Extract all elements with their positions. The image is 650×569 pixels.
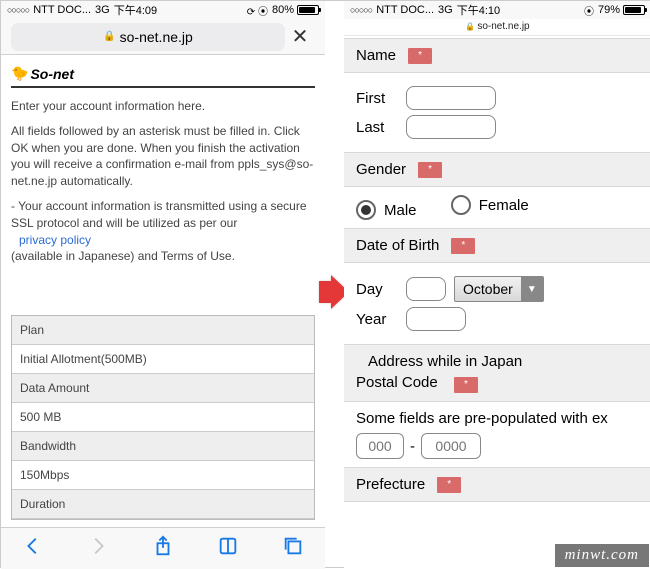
url-domain: so-net.ne.jp <box>477 21 529 32</box>
plan-value: Initial Allotment(500MB) <box>12 345 314 374</box>
page-content-left: 🐤 So-net Enter your account information … <box>1 55 325 520</box>
share-button[interactable] <box>152 535 174 562</box>
plan-header: Plan <box>12 316 314 345</box>
bookmarks-button[interactable] <box>217 535 239 562</box>
postal-code-label: Postal Code <box>356 374 438 391</box>
lock-icon: 🔒 <box>465 22 475 31</box>
carrier-label: NTT DOC... <box>376 4 434 16</box>
bandwidth-value: 150Mbps <box>12 461 314 490</box>
dob-section-header: Date of Birth * <box>344 228 650 263</box>
female-label: Female <box>479 197 529 214</box>
right-phone: ○○○○○ NTT DOC... 3G 下午4:10 ⦿ 79% 🔒so-net… <box>344 1 650 569</box>
required-badge: * <box>437 477 461 493</box>
intro-line-1: Enter your account information here. <box>11 98 315 115</box>
forward-button[interactable] <box>87 535 109 562</box>
required-badge: * <box>408 48 432 64</box>
required-badge: * <box>451 238 475 254</box>
plan-table: Plan Initial Allotment(500MB) Data Amoun… <box>11 315 315 520</box>
battery-icon <box>297 5 319 15</box>
first-name-input[interactable] <box>406 86 496 110</box>
day-label: Day <box>356 281 406 298</box>
prefecture-section-header: Prefecture * <box>344 467 650 502</box>
name-section-header: Name * <box>344 38 650 73</box>
postal-input-2[interactable] <box>421 433 481 459</box>
close-icon[interactable]: ✕ <box>285 24 315 49</box>
intro-text: Enter your account information here. All… <box>11 98 315 265</box>
gender-male-radio[interactable]: Male <box>356 200 417 220</box>
watermark: minwt.com <box>555 544 649 567</box>
carrier-label: NTT DOC... <box>33 4 91 16</box>
male-label: Male <box>384 202 417 219</box>
back-button[interactable] <box>22 535 44 562</box>
clock: 下午4:10 <box>457 2 500 18</box>
required-badge: * <box>418 162 442 178</box>
postal-input-1[interactable] <box>356 433 404 459</box>
logo-icon: 🐤 <box>11 65 28 82</box>
lock-icon: 🔒 <box>103 31 115 42</box>
first-name-label: First <box>356 90 406 107</box>
status-bar-right: ○○○○○ NTT DOC... 3G 下午4:10 ⦿ 79% <box>344 1 650 19</box>
dob-label: Date of Birth <box>356 237 439 254</box>
network-label: 3G <box>438 4 453 16</box>
month-select[interactable]: October ▼ <box>454 276 544 302</box>
battery-icon <box>623 5 645 15</box>
gender-section-header: Gender * <box>344 152 650 187</box>
battery-percent: 80% <box>272 4 294 16</box>
network-label: 3G <box>95 4 110 16</box>
duration-header: Duration <box>12 490 314 519</box>
bandwidth-header: Bandwidth <box>12 432 314 461</box>
left-phone: ○○○○○ NTT DOC... 3G 下午4:09 ⟳ ⦿ 80% 🔒 so-… <box>1 1 325 569</box>
page-content-right: Name * First Last Gender * Male Fe <box>344 36 650 502</box>
data-amount-header: Data Amount <box>12 374 314 403</box>
day-input[interactable] <box>406 277 446 301</box>
signal-dots: ○○○○○ <box>350 5 372 15</box>
status-icons: ⟳ ⦿ <box>247 3 268 18</box>
status-bar-left: ○○○○○ NTT DOC... 3G 下午4:09 ⟳ ⦿ 80% <box>1 1 325 19</box>
url-field[interactable]: 🔒 so-net.ne.jp <box>11 23 285 51</box>
intro-line-3: - Your account information is transmitte… <box>11 198 315 265</box>
safari-url-bar: 🔒 so-net.ne.jp ✕ <box>1 19 325 55</box>
url-domain: so-net.ne.jp <box>120 29 193 45</box>
logo-text: So-net <box>30 66 74 82</box>
last-name-input[interactable] <box>406 115 496 139</box>
prefecture-label: Prefecture <box>356 476 425 493</box>
gender-female-radio[interactable]: Female <box>451 195 529 215</box>
gender-label: Gender <box>356 161 406 178</box>
address-label: Address while in Japan <box>368 353 639 370</box>
tabs-button[interactable] <box>282 535 304 562</box>
address-section-header: Address while in Japan Postal Code * <box>344 344 650 402</box>
logo: 🐤 So-net <box>11 65 315 88</box>
postal-note: Some fields are pre-populated with ex <box>356 410 639 427</box>
required-badge: * <box>454 377 478 393</box>
status-icons: ⦿ <box>584 3 594 18</box>
privacy-policy-link[interactable]: privacy policy <box>19 233 91 247</box>
year-input[interactable] <box>406 307 466 331</box>
last-name-label: Last <box>356 119 406 136</box>
battery-percent: 79% <box>598 4 620 16</box>
year-label: Year <box>356 311 406 328</box>
data-amount-value: 500 MB <box>12 403 314 432</box>
clock: 下午4:09 <box>114 2 157 18</box>
name-label: Name <box>356 47 396 64</box>
safari-toolbar <box>1 527 325 569</box>
month-selected: October <box>463 281 513 297</box>
intro-line-2: All fields followed by an asterisk must … <box>11 123 315 190</box>
mini-url-bar[interactable]: 🔒so-net.ne.jp <box>344 19 650 36</box>
signal-dots: ○○○○○ <box>7 5 29 15</box>
postal-dash: - <box>410 438 415 455</box>
chevron-down-icon: ▼ <box>521 276 543 302</box>
